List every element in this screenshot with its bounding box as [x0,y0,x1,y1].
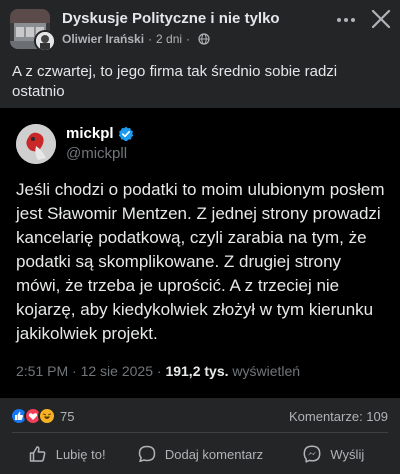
like-button-label: Lubię to! [55,446,106,462]
reactions-summary[interactable]: 75 [10,407,74,425]
post-stats: 75 Komentarze: 109 [0,404,400,430]
verified-badge-icon [118,126,133,141]
post-meta: Oliwier Irański · 2 dni · [62,32,210,46]
globe-icon [198,33,210,45]
tweet-views-count: 191,2 tys. [165,363,229,379]
more-options-icon[interactable] [334,8,358,32]
tweet-avatar[interactable] [16,124,56,164]
comment-button[interactable]: Dodaj komentarz [133,436,266,472]
author-avatar[interactable] [34,30,56,52]
haha-reaction-icon [38,407,56,425]
tweet-handle[interactable]: @mickpll [66,145,127,162]
tweet-author[interactable]: mickpl [66,125,134,142]
post-text: A z czwartej, to jego firma tak średnio … [12,63,338,100]
author-name[interactable]: Oliwier Irański [62,32,144,46]
post-time[interactable]: 2 dni [156,32,182,46]
close-icon[interactable] [368,6,394,32]
post-header: Dyskusje Polityczne i nie tylko Oliwier … [0,0,400,52]
comment-icon [138,445,156,463]
tweet-meta: 2:51 PM · 12 sie 2025 · 191,2 tys. wyświ… [16,363,300,379]
thumbs-up-icon [29,446,46,462]
tweet-meta-dot: · [72,363,77,379]
messenger-icon [303,445,321,463]
send-button[interactable]: Wyślij [267,436,400,472]
tweet-views-label: wyświetleń [232,363,301,379]
meta-separator: · [148,32,153,46]
reactions-count: 75 [60,408,75,424]
post-actions: Lubię to! Dodaj komentarz Wyślij [0,436,400,472]
comments-count[interactable]: Komentarze: 109 [289,409,388,424]
tweet-text: Jeśli chodzi o podatki to moim ulubionym… [16,180,385,343]
meta-separator-2: · [186,32,191,46]
comment-button-label: Dodaj komentarz [164,446,264,462]
tweet-author-name: mickpl [66,125,114,142]
send-button-label: Wyślij [330,446,365,462]
embedded-tweet[interactable]: mickpl @mickpll Jeśli chodzi o podatki t… [0,108,400,398]
group-name[interactable]: Dyskusje Polityczne i nie tylko [62,10,280,27]
tweet-date: 12 sie 2025 [80,363,153,379]
divider [12,432,388,433]
tweet-meta-dot-2: · [156,363,162,379]
tweet-time: 2:51 PM [16,363,69,379]
like-button[interactable]: Lubię to! [0,436,133,472]
